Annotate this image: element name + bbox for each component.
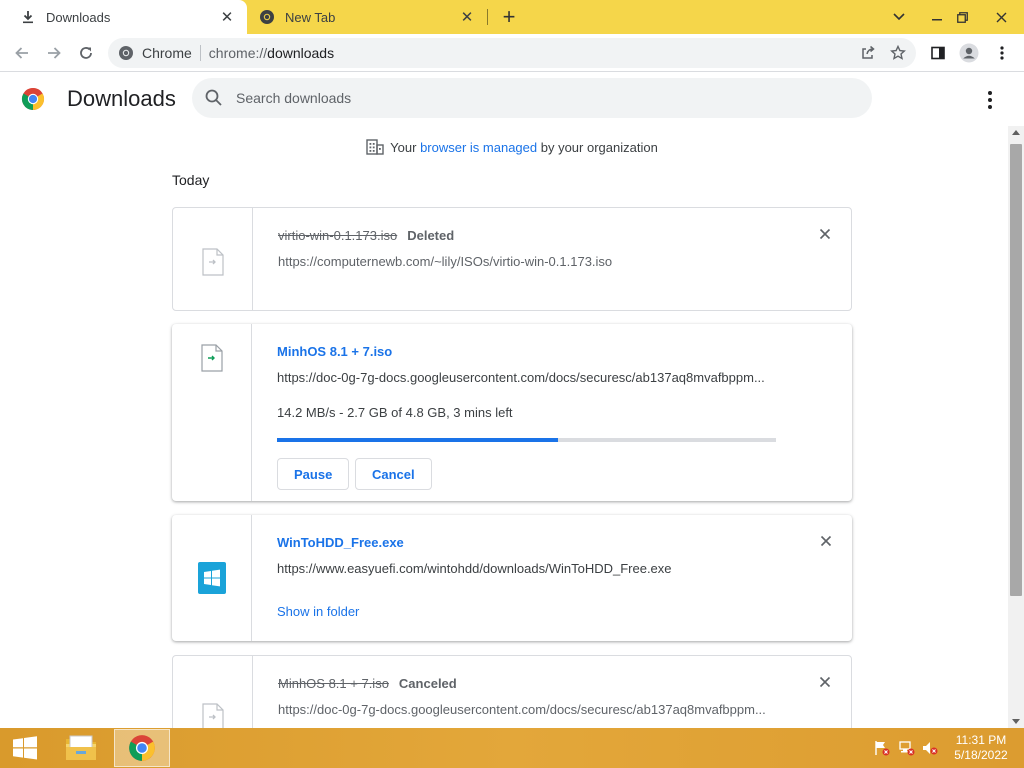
back-button[interactable] [8,39,36,67]
source-url[interactable]: https://doc-0g-7g-docs.googleusercontent… [278,702,788,717]
restore-button[interactable] [945,0,979,34]
file-name-text: virtio-win-0.1.173.iso [278,228,398,243]
bookmark-star-icon[interactable] [884,39,912,67]
managed-link[interactable]: browser is managed [420,140,537,155]
action-center-flag-icon[interactable] [874,740,890,756]
chrome-icon [129,735,155,761]
omnibox-divider [199,45,201,61]
remove-item-icon[interactable] [817,674,833,690]
file-name: MinhOS 8.1 + 7.iso [277,344,392,359]
search-box[interactable] [192,78,872,118]
status-label: Deleted [407,228,455,243]
system-clock[interactable]: 11:31 PM 5/18/2022 [944,733,1018,763]
url-path: downloads [267,45,335,61]
network-icon[interactable] [899,740,915,756]
page-scrollbar[interactable] [1008,126,1024,728]
page-title: Downloads [67,86,176,111]
file-icon [201,703,225,728]
download-item: virtio-win-0.1.173.iso Deleted https://co… [172,207,852,311]
file-icon [201,248,225,276]
tab-search-icon[interactable] [882,0,916,34]
address-bar[interactable]: Chrome chrome://downloads [108,38,916,68]
chrome-icon [259,9,275,25]
download-item: MinhOS 8.1 + 7.iso https://doc-0g-7g-doc… [172,324,852,501]
file-icon-column [173,208,253,310]
scrollbar-thumb[interactable] [1010,144,1022,596]
tab-new-tab[interactable]: New Tab ✕ [247,0,487,34]
tab-title: Downloads [46,9,111,25]
pause-button[interactable]: Pause [277,458,350,490]
file-name-link[interactable]: MinhOS 8.1 + 7.iso [277,344,392,359]
file-name: MinhOS 8.1 + 7.iso Canceled [278,676,457,691]
clock-time: 11:31 PM [955,733,1007,747]
source-url[interactable]: https://www.easyuefi.com/wintohdd/downlo… [277,561,787,576]
building-icon [366,138,384,155]
close-tab-icon[interactable]: ✕ [219,9,235,26]
section-heading: Today [172,172,210,188]
source-url[interactable]: https://computernewb.com/~lily/ISOs/virt… [278,254,788,269]
downloads-header: Downloads [0,72,1024,126]
forward-button[interactable] [40,39,68,67]
volume-muted-icon[interactable] [922,740,938,756]
scroll-up-arrow-icon[interactable] [1012,130,1020,135]
more-actions-icon[interactable] [978,88,1002,112]
file-name: WinToHDD_Free.exe [277,535,404,550]
search-input[interactable] [236,90,836,106]
file-name: virtio-win-0.1.173.iso Deleted [278,228,454,243]
side-panel-icon[interactable] [924,39,952,67]
download-icon [20,9,36,25]
close-tab-icon[interactable]: ✕ [459,9,475,26]
chrome-icon [118,45,134,61]
profile-avatar-icon[interactable] [955,39,983,67]
tab-strip: Downloads ✕ New Tab ✕ + [0,0,1024,34]
managed-prefix: Your [390,140,421,155]
windows-logo-icon [13,736,37,760]
reload-button[interactable] [72,39,100,67]
download-item: WinToHDD_Free.exe https://www.easyuefi.c… [172,515,852,641]
search-icon [204,88,224,108]
file-name-text: MinhOS 8.1 + 7.iso [278,676,389,691]
progress-bar-fill [277,438,558,442]
file-name-link[interactable]: WinToHDD_Free.exe [277,535,404,550]
file-icon [200,344,224,372]
taskbar-file-explorer[interactable] [53,729,109,767]
file-icon-column [172,515,252,641]
share-icon[interactable] [854,39,882,67]
close-window-button[interactable] [984,0,1018,34]
site-name: Chrome [142,45,192,61]
remove-item-icon[interactable] [818,533,834,549]
tab-title: New Tab [285,9,336,25]
managed-suffix: by your organization [537,140,658,155]
file-explorer-icon [66,735,96,760]
chrome-logo-icon [21,87,45,111]
tab-downloads[interactable]: Downloads ✕ [0,0,247,34]
source-url[interactable]: https://doc-0g-7g-docs.googleusercontent… [277,370,787,385]
scroll-down-arrow-icon[interactable] [1012,719,1020,724]
file-icon-column [173,656,253,728]
managed-notice: Your browser is managed by your organiza… [0,138,1008,157]
remove-item-icon[interactable] [817,226,833,242]
browser-menu-icon[interactable] [988,39,1016,67]
file-icon-column [172,324,252,501]
windows-app-icon [198,562,226,594]
progress-bar [277,438,776,442]
url-text: chrome://downloads [209,45,334,61]
taskbar: 11:31 PM 5/18/2022 [0,728,1024,768]
cancel-button[interactable]: Cancel [355,458,432,490]
download-item: MinhOS 8.1 + 7.iso Canceled https://doc-0… [172,655,852,728]
taskbar-chrome[interactable] [114,729,170,767]
clock-date: 5/18/2022 [954,748,1008,762]
start-button[interactable] [0,728,50,768]
url-scheme: chrome:// [208,45,268,61]
progress-status: 14.2 MB/s - 2.7 GB of 4.8 GB, 3 mins lef… [277,405,513,420]
new-tab-button[interactable]: + [496,4,522,29]
browser-toolbar: Chrome chrome://downloads [0,34,1024,72]
tab-separator [487,9,488,25]
downloads-list: Your browser is managed by your organiza… [0,126,1008,728]
status-label: Canceled [398,676,457,691]
show-in-folder-link[interactable]: Show in folder [277,604,359,619]
